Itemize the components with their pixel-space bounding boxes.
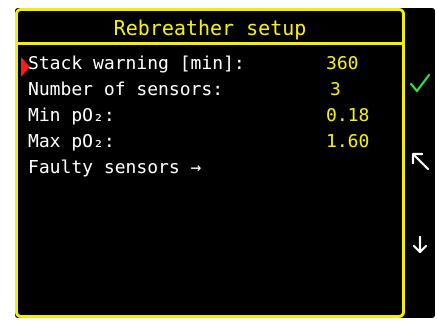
arrow-down-icon (412, 235, 428, 254)
menu-panel: Rebreather setup Stack warning [min]: 36… (15, 8, 405, 318)
menu-item-label: Faulty sensors → (28, 157, 202, 178)
menu-item-value: 3 (330, 79, 341, 100)
check-icon (409, 73, 431, 93)
menu-title: Rebreather setup (18, 11, 402, 45)
menu-item-number-of-sensors[interactable]: Number of sensors: 3 (18, 77, 402, 103)
device-display: Rebreather setup Stack warning [min]: 36… (15, 8, 435, 318)
menu-item-stack-warning[interactable]: Stack warning [min]: 360 (18, 51, 402, 77)
menu-item-label: Stack warning [min]: (28, 53, 245, 74)
menu-item-label: Number of sensors: (28, 79, 224, 100)
menu-item-max-po2[interactable]: Max pO₂: 1.60 (18, 129, 402, 155)
menu-item-value: 1.60 (326, 131, 370, 152)
menu-item-label: Max pO₂: (28, 131, 115, 152)
back-button[interactable] (405, 146, 435, 176)
menu-item-label: Min pO₂: (28, 105, 115, 126)
menu-item-faulty-sensors[interactable]: Faulty sensors → (18, 155, 402, 181)
menu-item-value: 0.18 (326, 105, 370, 126)
confirm-button[interactable] (405, 68, 435, 98)
next-button[interactable] (405, 230, 435, 260)
menu-item-min-po2[interactable]: Min pO₂: 0.18 (18, 103, 402, 129)
menu-item-value: 360 (326, 53, 359, 74)
arrow-up-left-icon (411, 152, 430, 171)
